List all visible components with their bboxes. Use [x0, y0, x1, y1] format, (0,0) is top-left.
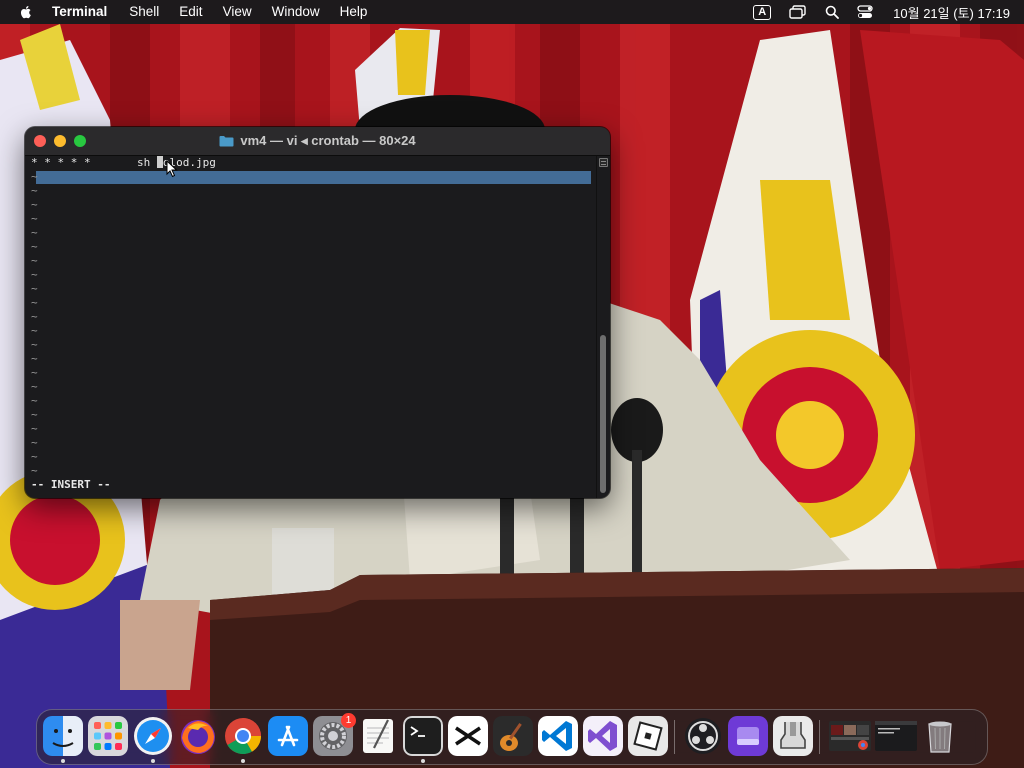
dock-minimized-window-icon[interactable] — [874, 716, 918, 756]
running-indicator — [241, 759, 245, 763]
close-window-button[interactable] — [34, 135, 46, 147]
vi-empty-line: ~ — [31, 254, 38, 267]
dock-vscode-icon[interactable] — [538, 716, 578, 756]
vi-mode-indicator: -- INSERT -- — [31, 478, 111, 491]
dock-storage-app-icon[interactable] — [728, 716, 768, 756]
menu-view[interactable]: View — [213, 0, 262, 24]
vi-empty-line: ~ — [31, 366, 38, 379]
vi-empty-line: ~ — [31, 380, 38, 393]
terminal-window[interactable]: vm4 — vi ◂ crontab — 80×24 * * * * * sh … — [25, 127, 610, 498]
folder-icon — [219, 136, 234, 147]
crontab-entry-line[interactable]: * * * * * sh olod.jpg — [31, 156, 216, 170]
menu-window[interactable]: Window — [262, 0, 330, 24]
vi-empty-line: ~ — [31, 226, 38, 239]
vi-empty-line: ~ — [31, 310, 38, 323]
dock-roblox-icon[interactable] — [628, 716, 668, 756]
dock-app-store-icon[interactable] — [268, 716, 308, 756]
vi-empty-line: ~ — [31, 198, 38, 211]
input-source-label: A — [753, 4, 772, 20]
screen-mirroring-icon[interactable] — [789, 5, 807, 19]
vi-empty-line: ~ — [31, 268, 38, 281]
vi-empty-line: ~ — [31, 422, 38, 435]
vi-empty-line: ~ — [31, 184, 38, 197]
vi-empty-line: ~ — [31, 408, 38, 421]
running-indicator — [61, 759, 65, 763]
vi-empty-line: ~ — [31, 324, 38, 337]
window-title-text: vm4 — vi ◂ crontab — 80×24 — [240, 133, 416, 148]
window-title: vm4 — vi ◂ crontab — 80×24 — [25, 127, 610, 155]
vi-empty-line: ~ — [31, 464, 38, 477]
vi-empty-line: ~ — [31, 240, 38, 253]
vi-empty-line: ~ — [31, 450, 38, 463]
window-title-bar[interactable]: vm4 — vi ◂ crontab — 80×24 — [25, 127, 610, 156]
dock: 1 — [36, 709, 988, 765]
dock-safari-icon[interactable] — [133, 716, 173, 756]
vi-empty-line: ~ — [31, 282, 38, 295]
terminal-scrollbar[interactable] — [596, 156, 610, 498]
dock-launchpad-icon[interactable] — [88, 716, 128, 756]
notification-badge: 1 — [341, 713, 356, 728]
crontab-entry-prefix: * * * * * sh — [31, 156, 157, 169]
dock-visual-studio-icon[interactable] — [583, 716, 623, 756]
apple-logo-icon[interactable] — [18, 4, 34, 20]
terminal-content[interactable]: * * * * * sh olod.jpg ~ ~ ~ ~ ~ ~ ~ ~ ~ ~ ~ ~ ~ ~ ~ ~ ~ ~… — [25, 156, 597, 498]
selection-highlight — [36, 171, 591, 184]
vi-empty-line: ~ — [31, 436, 38, 449]
dock-chrome-icon[interactable] — [223, 716, 263, 756]
menu-shell[interactable]: Shell — [119, 0, 169, 24]
dock-garageband-icon[interactable] — [493, 716, 533, 756]
dock-obs-icon[interactable] — [683, 716, 723, 756]
mouse-pointer-icon — [166, 160, 178, 178]
dock-divider — [674, 720, 675, 754]
dock-terminal-icon[interactable] — [403, 716, 443, 756]
vi-empty-line: ~ — [31, 296, 38, 309]
dock-divider — [819, 720, 820, 754]
scrollbar-thumb[interactable] — [600, 335, 606, 493]
scrollbar-options-icon[interactable] — [599, 158, 608, 167]
vi-empty-line: ~ — [31, 352, 38, 365]
dock-archive-utility-icon[interactable] — [773, 716, 813, 756]
spotlight-search-icon[interactable] — [825, 5, 840, 19]
input-source-icon[interactable]: A — [753, 4, 772, 20]
menu-bar-clock[interactable]: 10월 21일 (토) 17:19 — [893, 3, 1010, 22]
menu-bar: Terminal Shell Edit View Window Help A 1… — [0, 0, 1024, 24]
dock-finder-icon[interactable] — [43, 716, 83, 756]
maximize-window-button[interactable] — [74, 135, 86, 147]
dock-trash-icon[interactable] — [920, 716, 960, 756]
dock-firefox-icon[interactable] — [178, 716, 218, 756]
menu-help[interactable]: Help — [330, 0, 378, 24]
control-center-icon[interactable] — [857, 5, 873, 19]
menu-app-terminal[interactable]: Terminal — [52, 0, 119, 24]
vi-empty-line: ~ — [31, 338, 38, 351]
dock-capcut-icon[interactable] — [448, 716, 488, 756]
menu-edit[interactable]: Edit — [169, 0, 212, 24]
dock-textedit-icon[interactable] — [358, 716, 398, 756]
dock-minimized-window-icon[interactable] — [828, 716, 872, 756]
running-indicator — [421, 759, 425, 763]
vi-empty-line: ~ — [31, 394, 38, 407]
minimize-window-button[interactable] — [54, 135, 66, 147]
vi-empty-line: ~ — [31, 170, 38, 183]
vi-empty-line: ~ — [31, 212, 38, 225]
running-indicator — [151, 759, 155, 763]
